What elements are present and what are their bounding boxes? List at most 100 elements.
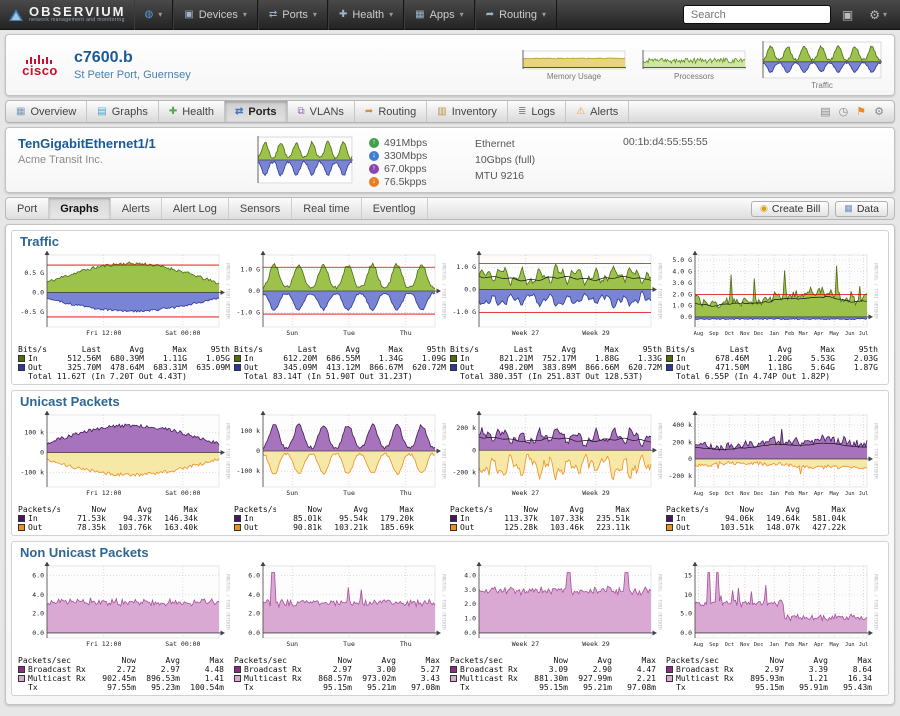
- create-bill-button[interactable]: ◉ Create Bill: [751, 201, 829, 217]
- traffic-minigraph[interactable]: [762, 41, 882, 79]
- section-title: Traffic: [20, 234, 882, 249]
- legend-cell: 581.04k: [800, 514, 846, 523]
- tab-health[interactable]: ✚ Health: [159, 101, 225, 122]
- svg-text:0.0: 0.0: [32, 288, 44, 296]
- graph-non-unicast-packets-day[interactable]: 6.04.02.00.0Fri 12:00Sat 00:00RRDTOOL / …: [18, 562, 234, 692]
- port-stat-in-pps: ↑ 67.0kpps: [369, 162, 453, 175]
- display-icon[interactable]: ▣: [837, 6, 858, 24]
- legend-cell: 5.27: [396, 665, 440, 674]
- graph-unicast-packets-year[interactable]: 400 k200 k0-200 kAugSepOctNovDecJanFebMa…: [666, 411, 882, 532]
- port-name[interactable]: TenGigabitEthernet1/1: [18, 136, 253, 151]
- subtab-sensors[interactable]: Sensors: [229, 198, 292, 219]
- memory-minigraph-block[interactable]: Memory Usage: [522, 50, 626, 81]
- legend-cell: Max: [800, 505, 846, 514]
- graph-traffic-day[interactable]: 0.5 G0.0-0.5 GFri 12:00Sat 00:00RRDTOOL …: [18, 251, 234, 381]
- rrd-graph-image: 1.0 G0.0-1.0 GWeek 27Week 29RRDTOOL / TO…: [450, 251, 662, 341]
- subtab-port[interactable]: Port: [6, 198, 49, 219]
- nav-menu-ports[interactable]: ⇄ Ports ▾: [258, 0, 328, 30]
- tab-alerts[interactable]: ⚠ Alerts: [566, 101, 629, 122]
- graph-traffic-month[interactable]: 1.0 G0.0-1.0 GWeek 27Week 29RRDTOOL / TO…: [450, 251, 666, 381]
- caret-down-icon: ▾: [389, 10, 393, 19]
- svg-text:Dec: Dec: [754, 331, 764, 337]
- graph-traffic-year[interactable]: 5.0 G4.0 G3.0 G2.0 G1.0 G0.0AugSepOctNov…: [666, 251, 882, 381]
- legend-cell: 1.34G: [360, 354, 403, 363]
- legend-cell: Last: [58, 345, 101, 354]
- svg-text:5.0 G: 5.0 G: [672, 256, 692, 264]
- logs-icon: ≣: [518, 106, 526, 117]
- svg-text:Feb: Feb: [785, 642, 795, 648]
- legend-cell: 3.00: [352, 665, 396, 674]
- ports-icon: ⇄: [269, 9, 277, 20]
- legend-cell: Packets/sec: [450, 656, 524, 665]
- graph-unicast-packets-day[interactable]: 100 k0-100 kFri 12:00Sat 00:00RRDTOOL / …: [18, 411, 234, 532]
- tab-graphs[interactable]: ▤ Graphs: [87, 101, 159, 122]
- legend-cell: 3.39: [784, 665, 828, 674]
- graphs-icon: ▤: [97, 106, 106, 117]
- subtab-alerts[interactable]: Alerts: [111, 198, 162, 219]
- nav-menu-routing[interactable]: ➦ Routing ▾: [475, 0, 557, 30]
- graph-unicast-packets-month[interactable]: 200 k0-200 kWeek 27Week 29RRDTOOL / TOBI…: [450, 411, 666, 532]
- gear-icon[interactable]: ⚙: [874, 105, 884, 118]
- svg-text:Feb: Feb: [785, 331, 795, 337]
- legend-swatch: [450, 524, 457, 531]
- legend-swatch: [450, 355, 457, 362]
- legend-cell: In: [450, 514, 492, 523]
- memory-minigraph[interactable]: [522, 50, 626, 70]
- data-button[interactable]: ▦ Data: [835, 201, 888, 217]
- legend-cell: Tx: [450, 683, 524, 692]
- svg-text:6.0: 6.0: [32, 571, 44, 579]
- nav-menu-global[interactable]: ◍ ▾: [134, 0, 174, 30]
- subtab-graphs[interactable]: Graphs: [49, 198, 111, 219]
- tab-routing[interactable]: ➦ Routing: [355, 101, 427, 122]
- tab-vlans[interactable]: ⧉ VLANs: [288, 101, 355, 122]
- graph-traffic-week[interactable]: 1.0 G0.0-1.0 GSunTueThuRRDTOOL / TOBI OE…: [234, 251, 450, 381]
- flag-icon[interactable]: ⚑: [856, 105, 866, 118]
- tab-inventory[interactable]: ▥ Inventory: [427, 101, 508, 122]
- subtab-eventlog[interactable]: Eventlog: [362, 198, 428, 219]
- port-mac-address: 00:1b:d4:55:55:55: [623, 136, 708, 148]
- search-input[interactable]: [683, 5, 831, 24]
- traffic-minigraph-block[interactable]: Traffic: [762, 41, 882, 90]
- port-stat-in-bps: ↑ 491Mbps: [369, 136, 453, 149]
- nav-menu-devices[interactable]: ▣ Devices ▾: [173, 0, 258, 30]
- graph-non-unicast-packets-week[interactable]: 6.04.02.00.0SunTueThuRRDTOOL / TOBI OETI…: [234, 562, 450, 692]
- legend-cell: Max: [612, 656, 656, 665]
- settings-menu[interactable]: ⚙ ▾: [864, 6, 892, 24]
- tab-logs[interactable]: ≣ Logs: [508, 101, 566, 122]
- legend-swatch: [666, 355, 673, 362]
- legend-swatch: [666, 524, 673, 531]
- graph-unicast-packets-week[interactable]: 100 k0-100 kSunTueThuRRDTOOL / TOBI OETI…: [234, 411, 450, 532]
- subtab-alert-log[interactable]: Alert Log: [162, 198, 229, 219]
- nav-menu-health[interactable]: ✚ Health ▾: [328, 0, 404, 30]
- legend-swatch: [666, 666, 673, 673]
- device-name[interactable]: c7600.b: [74, 49, 191, 67]
- tab-ports[interactable]: ⇄ Ports: [225, 101, 288, 122]
- clock-icon[interactable]: ◷: [839, 105, 849, 118]
- legend-cell: Out: [234, 523, 276, 532]
- graph-legend: Bits/sLastAvgMax95thIn821.21M752.17M1.88…: [450, 345, 666, 381]
- minigraph-label: Memory Usage: [547, 72, 601, 81]
- tab-overview[interactable]: ▦ Overview: [6, 101, 87, 122]
- port-traffic-thumbnail[interactable]: [257, 136, 353, 184]
- legend-cell: 752.17M: [533, 354, 576, 363]
- processors-minigraph-block[interactable]: Processors: [642, 50, 746, 81]
- graph-legend: Packets/secNowAvgMaxBroadcast Rx2.973.39…: [666, 656, 882, 692]
- table-icon[interactable]: ▤: [820, 105, 830, 118]
- rrd-graph-image: 200 k0-200 kWeek 27Week 29RRDTOOL / TOBI…: [450, 411, 662, 501]
- device-location[interactable]: St Peter Port, Guernsey: [74, 69, 191, 81]
- svg-text:200 k: 200 k: [672, 438, 692, 446]
- subtab-real-time[interactable]: Real time: [292, 198, 361, 219]
- devices-icon: ▣: [184, 9, 193, 20]
- processors-minigraph[interactable]: [642, 50, 746, 70]
- graph-non-unicast-packets-year[interactable]: 15105.00.0AugSepOctNovDecJanFebMarAprMay…: [666, 562, 882, 692]
- svg-text:Tue: Tue: [343, 640, 355, 648]
- svg-text:RRDTOOL / TOBI OETIKER: RRDTOOL / TOBI OETIKER: [442, 263, 447, 319]
- legend-cell: Multicast Rx: [18, 674, 92, 683]
- nav-menu-apps[interactable]: ▦ Apps ▾: [404, 0, 475, 30]
- caret-down-icon: ▾: [158, 10, 162, 19]
- observium-logo[interactable]: OBSERVIUM network management and monitor…: [8, 6, 126, 23]
- svg-text:RRDTOOL / TOBI OETIKER: RRDTOOL / TOBI OETIKER: [874, 574, 879, 630]
- svg-text:Nov: Nov: [740, 331, 750, 337]
- graph-non-unicast-packets-month[interactable]: 4.03.02.01.00.0Week 27Week 29RRDTOOL / T…: [450, 562, 666, 692]
- legend-cell: Avg: [568, 656, 612, 665]
